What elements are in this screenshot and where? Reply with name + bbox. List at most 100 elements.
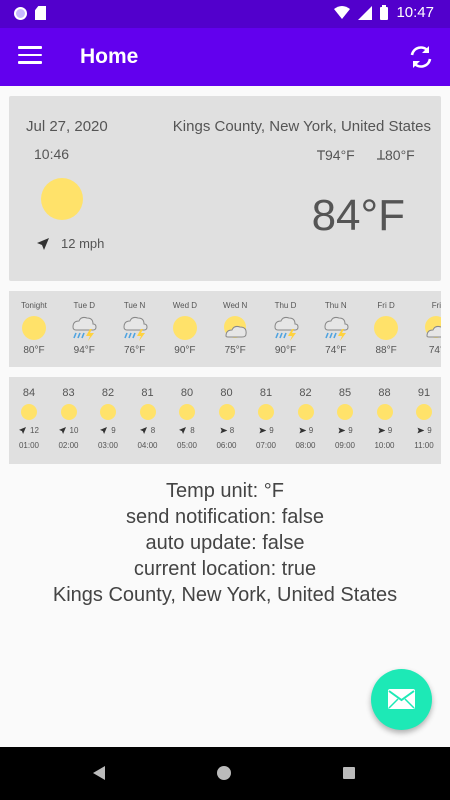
hourly-wind: 9 (348, 426, 353, 435)
hourly-temp: 82 (101, 387, 115, 399)
wind-direction-icon (100, 427, 108, 434)
hourly-time: 11:00 (414, 441, 434, 450)
current-temperature: 84°F (311, 191, 405, 240)
wind-direction-icon (299, 427, 307, 434)
hourly-temp: 80 (180, 387, 194, 399)
wind-speed-value: 12 mph (61, 236, 105, 251)
page-title: Home (80, 45, 139, 68)
hourly-temp: 85 (338, 387, 352, 399)
daily-forecast-item: Tonight 80°F (10, 291, 58, 356)
partly-cloudy-icon (222, 315, 248, 341)
daily-forecast-item: Thu N 74°F (312, 291, 360, 356)
hourly-time: 04:00 (137, 441, 158, 450)
daily-temp: 80°F (23, 345, 45, 356)
hourly-forecast-item: 82 9 08:00 (287, 377, 325, 450)
refresh-icon[interactable] (406, 42, 436, 72)
recent-apps-icon[interactable] (343, 767, 355, 779)
signal-icon (358, 5, 373, 20)
app-notification-icon (14, 6, 27, 20)
daily-forecast-item: Thu D 90°F (262, 291, 310, 356)
hourly-wind: 9 (427, 426, 432, 435)
current-date: Jul 27, 2020 (26, 118, 108, 135)
sun-icon (416, 404, 432, 420)
hourly-forecast-item: 80 8 06:00 (208, 377, 246, 450)
current-time: 10:46 (34, 146, 70, 162)
high-temp: 94°F (317, 147, 355, 163)
daily-temp: 90°F (174, 345, 196, 356)
daily-forecast-item: Wed D 90°F (161, 291, 209, 356)
low-temp: 80°F (377, 147, 415, 163)
hourly-wind: 9 (111, 426, 116, 435)
hourly-forecast-item: 82 9 03:00 (89, 377, 127, 450)
status-bar: 10:47 (0, 0, 450, 28)
menu-icon[interactable] (18, 46, 42, 66)
sun-icon (139, 404, 156, 420)
daily-label: Thu N (324, 301, 347, 310)
daily-label: Tue D (73, 301, 96, 310)
sun-icon (258, 404, 274, 420)
hourly-time: 10:00 (374, 441, 395, 450)
daily-label: Thu D (274, 301, 297, 310)
hourly-forecast-item: 88 9 10:00 (366, 377, 404, 450)
sun-icon (60, 404, 77, 420)
daily-temp: 75°F (224, 345, 246, 356)
hourly-wind: 9 (269, 426, 274, 435)
status-time: 10:47 (396, 4, 434, 21)
wind-direction-icon (259, 427, 267, 434)
hourly-forecast-item: 91 9 11:00 (405, 377, 441, 450)
auto-update-text: auto update: false (145, 532, 305, 554)
daily-forecast-card[interactable]: Tonight 80°F Tue D 94°F Tue N 76°F Wed D 90°F We… (9, 291, 441, 367)
back-icon[interactable] (92, 765, 106, 781)
daily-label: Fri D (377, 301, 395, 310)
current-location-text: current location: true (133, 558, 317, 580)
daily-forecast-item: Fri 74° (412, 291, 441, 356)
hourly-forecast-item: 81 8 04:00 (129, 377, 167, 450)
daily-temp: 88°F (375, 345, 397, 356)
battery-icon (380, 5, 389, 20)
daily-temp: 74° (428, 345, 441, 356)
hourly-wind: 8 (190, 426, 195, 435)
hourly-temp: 81 (141, 387, 154, 399)
temp-unit-text: Temp unit: °F (165, 480, 285, 502)
daily-temp: 76°F (123, 345, 146, 356)
sun-icon (21, 315, 47, 341)
thunderstorm-icon (71, 315, 97, 341)
sun-icon (337, 404, 353, 420)
low-temp-icon (377, 150, 385, 160)
daily-forecast-item: Wed N 75°F (211, 291, 259, 356)
sun-icon (218, 404, 235, 420)
high-temp-value: 94°F (325, 147, 355, 163)
hourly-forecast-card[interactable]: 84 12 01:00 83 10 02:00 82 9 03:00 81 8 04:00 80 8 05:… (9, 377, 441, 464)
hourly-temp: 82 (299, 387, 312, 399)
hourly-temp: 81 (259, 387, 273, 399)
thunderstorm-icon (273, 315, 299, 341)
daily-temp: 94°F (73, 345, 95, 356)
hourly-forecast-item: 83 10 02:00 (50, 377, 88, 450)
daily-forecast-item: Fri D 88°F (362, 291, 410, 356)
hourly-temp: 88 (378, 387, 391, 399)
email-fab-button[interactable] (371, 669, 432, 730)
wind-direction-icon (37, 237, 49, 250)
low-temp-value: 80°F (385, 147, 415, 163)
hourly-wind: 10 (69, 426, 79, 435)
send-notification-text: send notification: false (126, 506, 324, 528)
sun-icon (297, 404, 314, 420)
hourly-wind: 9 (387, 426, 393, 435)
hourly-time: 06:00 (216, 441, 237, 450)
hourly-forecast-item: 85 9 09:00 (326, 377, 364, 450)
location-text: Kings County, New York, United States (52, 584, 398, 606)
current-weather-card[interactable]: Jul 27, 2020 Kings County, New York, Uni… (9, 96, 441, 281)
daily-label: Tonight (21, 301, 47, 310)
home-icon[interactable] (217, 766, 231, 780)
sun-icon (21, 404, 37, 420)
wind-direction-icon (338, 427, 346, 434)
daily-label: Fri (431, 301, 441, 310)
thunderstorm-icon (122, 315, 148, 341)
hourly-wind: 8 (150, 426, 156, 435)
hourly-temp: 84 (22, 387, 36, 399)
wind-direction-icon (378, 427, 386, 434)
hourly-time: 09:00 (334, 441, 356, 450)
daily-label: Wed D (172, 301, 198, 310)
sd-card-icon (35, 6, 46, 20)
high-temp-icon (317, 150, 325, 160)
